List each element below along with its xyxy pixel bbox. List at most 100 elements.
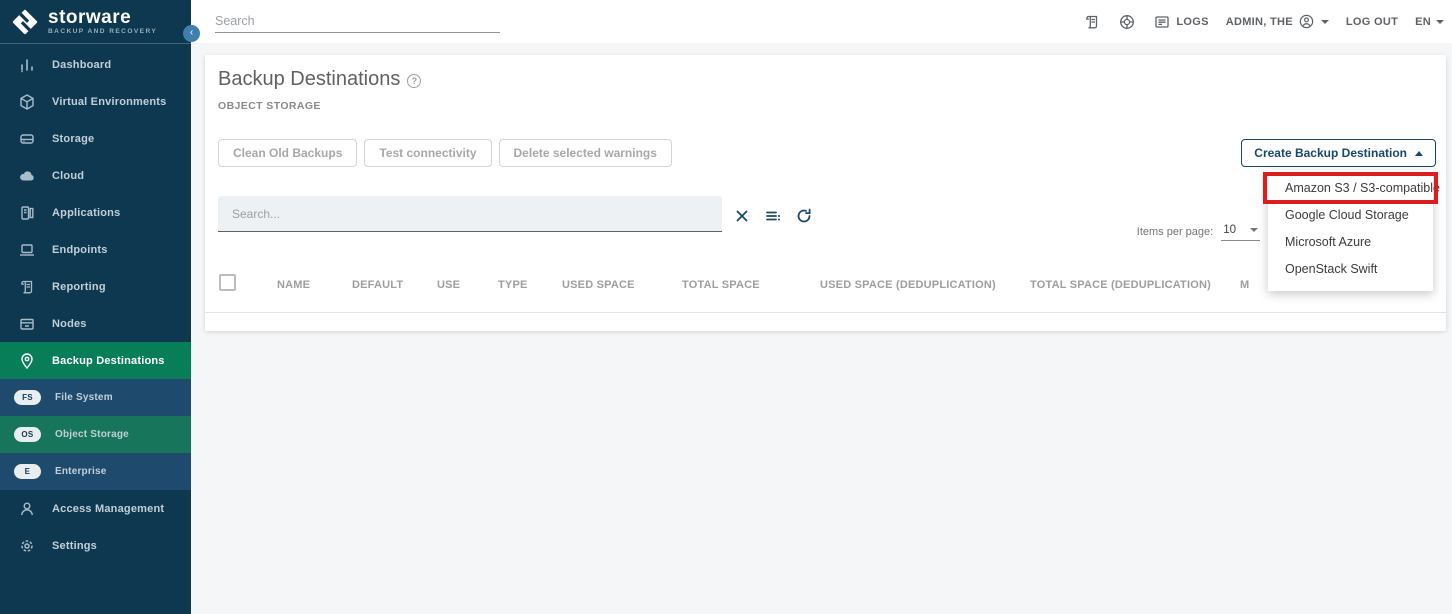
brand-tagline: BACKUP AND RECOVERY — [48, 29, 157, 36]
menu-item-amazon-s3[interactable]: Amazon S3 / S3-compatible — [1268, 174, 1433, 201]
sidebar-item-file-system[interactable]: FS File System — [0, 379, 191, 416]
user-menu[interactable]: ADMIN, THE — [1226, 13, 1329, 31]
sidebar-item-applications[interactable]: Applications — [0, 194, 191, 231]
logs-icon — [1153, 13, 1171, 31]
table-search-input[interactable] — [218, 196, 722, 232]
drive-icon — [17, 129, 37, 149]
logs-button[interactable]: LOGS — [1153, 13, 1208, 31]
brand-name: storware — [48, 8, 157, 27]
sidebar-item-dashboard[interactable]: Dashboard — [0, 46, 191, 83]
sidebar-item-label: Enterprise — [55, 466, 106, 477]
box-icon — [17, 314, 37, 334]
bar-chart-icon — [17, 55, 37, 75]
column-used-space-dedup[interactable]: USED SPACE (DEDUPLICATION) — [820, 279, 996, 291]
chevron-down-icon — [1436, 20, 1444, 24]
tasks-icon[interactable] — [1083, 13, 1101, 31]
scroll-icon — [17, 277, 37, 297]
test-connectivity-button[interactable]: Test connectivity — [364, 139, 491, 167]
logout-button[interactable]: LOG OUT — [1346, 16, 1398, 28]
sidebar-item-endpoints[interactable]: Endpoints — [0, 231, 191, 268]
chevron-up-icon — [1415, 151, 1423, 156]
sidebar-item-label: Reporting — [52, 281, 106, 293]
column-total-space[interactable]: TOTAL SPACE — [682, 279, 760, 291]
e-badge: E — [14, 464, 41, 479]
column-filter-icon[interactable] — [764, 207, 782, 225]
account-icon — [1298, 13, 1316, 31]
sidebar-item-label: File System — [55, 392, 113, 403]
applications-icon — [17, 203, 37, 223]
column-name[interactable]: NAME — [277, 279, 310, 291]
sidebar-item-label: Settings — [52, 540, 97, 552]
content-area: Backup Destinations ? OBJECT STORAGE Cle… — [191, 43, 1452, 614]
os-badge: OS — [14, 427, 41, 442]
column-total-space-dedup[interactable]: TOTAL SPACE (DEDUPLICATION) — [1030, 279, 1211, 291]
chevron-down-icon — [1321, 20, 1329, 24]
sidebar-item-nodes[interactable]: Nodes — [0, 305, 191, 342]
sidebar-item-access-management[interactable]: Access Management — [0, 490, 191, 527]
sidebar-item-reporting[interactable]: Reporting — [0, 268, 191, 305]
help-icon[interactable]: ? — [407, 74, 421, 88]
support-wheel-icon[interactable] — [1118, 13, 1136, 31]
sidebar-item-label: Virtual Environments — [52, 96, 166, 108]
column-used-space[interactable]: USED SPACE — [562, 279, 635, 291]
sidebar-item-enterprise[interactable]: E Enterprise — [0, 453, 191, 490]
clean-old-backups-button[interactable]: Clean Old Backups — [218, 139, 357, 167]
items-per-page: Items per page: 10 — [1137, 222, 1260, 241]
menu-item-google-cloud-storage[interactable]: Google Cloud Storage — [1268, 201, 1433, 228]
column-default[interactable]: DEFAULT — [352, 279, 403, 291]
sidebar: storware BACKUP AND RECOVERY Dashboard V… — [0, 0, 191, 614]
table-header: NAME DEFAULT USE TYPE USED SPACE TOTAL S… — [205, 265, 1446, 313]
location-pin-icon — [17, 351, 37, 371]
cloud-icon — [17, 166, 37, 186]
sidebar-item-backup-destinations[interactable]: Backup Destinations — [0, 342, 191, 379]
language-label: EN — [1415, 16, 1431, 28]
sidebar-item-label: Access Management — [52, 503, 164, 515]
items-per-page-label: Items per page: — [1137, 226, 1213, 238]
sidebar-item-label: Cloud — [52, 170, 84, 182]
language-menu[interactable]: EN — [1415, 16, 1444, 28]
items-per-page-value: 10 — [1223, 224, 1236, 236]
items-per-page-select[interactable]: 10 — [1221, 222, 1260, 241]
logout-label: LOG OUT — [1346, 16, 1398, 28]
person-icon — [17, 499, 37, 519]
create-backup-destination-button[interactable]: Create Backup Destination — [1241, 139, 1436, 167]
clear-search-icon[interactable] — [733, 207, 751, 225]
create-button-label: Create Backup Destination — [1254, 146, 1407, 160]
column-m-truncated[interactable]: M — [1240, 279, 1249, 291]
storware-logo-icon — [10, 7, 40, 37]
chevron-down-icon — [1250, 228, 1258, 232]
section-subtitle: OBJECT STORAGE — [218, 100, 321, 112]
sidebar-item-label: Dashboard — [52, 59, 111, 71]
sidebar-collapse-button[interactable]: ‹ — [183, 25, 200, 42]
select-all-checkbox[interactable] — [219, 274, 236, 291]
sidebar-item-label: Endpoints — [52, 244, 108, 256]
sidebar-item-settings[interactable]: Settings — [0, 527, 191, 564]
gear-icon — [17, 536, 37, 556]
column-type[interactable]: TYPE — [498, 279, 528, 291]
sidebar-item-object-storage[interactable]: OS Object Storage — [0, 416, 191, 453]
logo: storware BACKUP AND RECOVERY — [0, 0, 191, 44]
fs-badge: FS — [14, 390, 41, 405]
sidebar-item-label: Nodes — [52, 318, 87, 330]
global-search-input[interactable] — [215, 9, 500, 33]
sidebar-item-label: Object Storage — [55, 429, 129, 440]
sidebar-item-label: Backup Destinations — [52, 355, 165, 367]
sidebar-item-storage[interactable]: Storage — [0, 120, 191, 157]
column-use[interactable]: USE — [437, 279, 460, 291]
sidebar-item-virtual-environments[interactable]: Virtual Environments — [0, 83, 191, 120]
sidebar-nav: Dashboard Virtual Environments Storage C… — [0, 46, 191, 564]
laptop-icon — [17, 240, 37, 260]
refresh-icon[interactable] — [795, 207, 813, 225]
menu-item-microsoft-azure[interactable]: Microsoft Azure — [1268, 228, 1433, 255]
user-label: ADMIN, THE — [1226, 16, 1293, 28]
topbar: LOGS ADMIN, THE LOG OUT EN — [191, 0, 1452, 43]
page-title: Backup Destinations — [218, 68, 400, 91]
sidebar-item-cloud[interactable]: Cloud — [0, 157, 191, 194]
logs-label: LOGS — [1176, 16, 1208, 28]
cube-icon — [17, 92, 37, 112]
delete-selected-warnings-button[interactable]: Delete selected warnings — [499, 139, 672, 167]
sidebar-item-label: Applications — [52, 207, 120, 219]
menu-item-openstack-swift[interactable]: OpenStack Swift — [1268, 255, 1433, 282]
create-destination-menu: Amazon S3 / S3-compatible Google Cloud S… — [1268, 170, 1433, 291]
backup-destinations-card: Backup Destinations ? OBJECT STORAGE Cle… — [205, 55, 1446, 331]
